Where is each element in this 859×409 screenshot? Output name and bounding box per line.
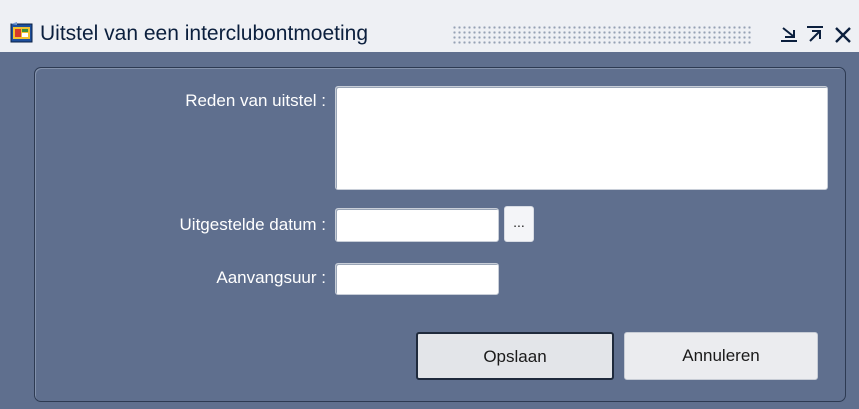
maximize-icon[interactable] [804, 22, 826, 46]
date-picker-button[interactable]: ... [504, 206, 534, 242]
start-time-input[interactable] [335, 263, 499, 295]
reason-textarea[interactable] [335, 86, 828, 190]
dialog-window: Uitstel van een interclubontmoeting Rede… [0, 0, 859, 409]
postponed-date-input[interactable] [335, 208, 499, 242]
postponed-date-label: Uitgestelde datum : [179, 215, 326, 234]
cancel-button[interactable]: Annuleren [624, 332, 818, 380]
reason-label: Reden van uitstel : [185, 91, 326, 110]
window-title: Uitstel van een interclubontmoeting [40, 22, 369, 45]
minimize-icon[interactable] [778, 22, 800, 46]
close-icon[interactable] [832, 22, 854, 46]
start-time-label: Aanvangsuur : [216, 268, 326, 287]
titlebar-drag-grip [452, 25, 752, 45]
save-button[interactable]: Opslaan [416, 332, 614, 380]
title-bar[interactable]: Uitstel van een interclubontmoeting [0, 0, 859, 52]
forms-app-icon[interactable] [10, 22, 34, 44]
